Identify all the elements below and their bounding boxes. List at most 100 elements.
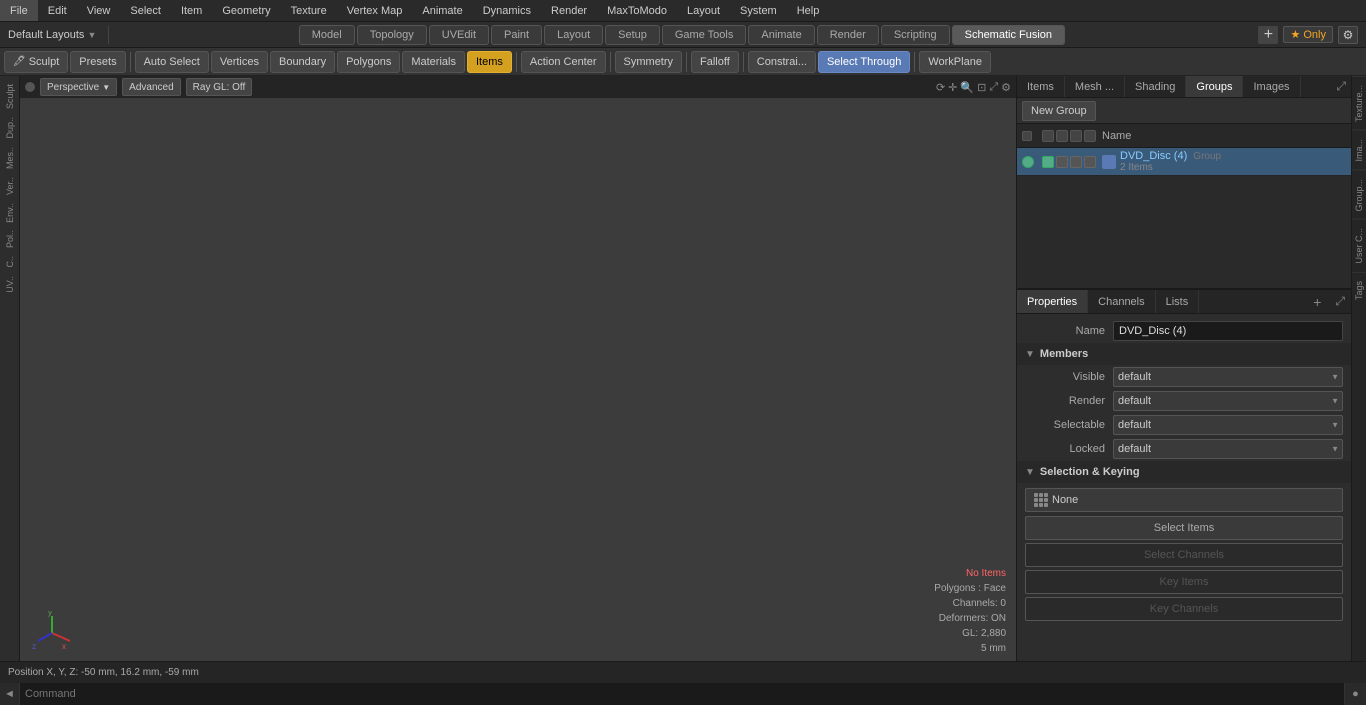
sculpt-button[interactable]: 🖊 Sculpt [4, 51, 68, 73]
edge-tab-texture[interactable]: Texture... [1352, 76, 1366, 130]
menu-render[interactable]: Render [541, 0, 597, 21]
render-select[interactable]: default on off [1113, 391, 1343, 411]
constraints-button[interactable]: Constrai... [748, 51, 816, 73]
menu-system[interactable]: System [730, 0, 787, 21]
header-toggle-visible[interactable] [1042, 130, 1054, 142]
tab-scripting[interactable]: Scripting [881, 25, 950, 45]
prop-select-selectable[interactable]: default on off [1113, 415, 1343, 435]
edge-tab-group[interactable]: Group... [1352, 170, 1366, 220]
menu-view[interactable]: View [77, 0, 121, 21]
viewport-mode-button[interactable]: Perspective ▼ [40, 78, 117, 96]
edge-tab-ima[interactable]: Ima... [1352, 130, 1366, 170]
menu-help[interactable]: Help [787, 0, 830, 21]
header-toggle-lock[interactable] [1070, 130, 1082, 142]
menu-maxtomodo[interactable]: MaxToModo [597, 0, 677, 21]
viewport-icon-fit[interactable]: ⊡ [977, 81, 986, 94]
prop-select-render[interactable]: default on off [1113, 391, 1343, 411]
polygons-button[interactable]: Polygons [337, 51, 400, 73]
viewport-icon-maximize[interactable]: ⤢ [989, 81, 998, 94]
viewport-icon-settings[interactable]: ⚙ [1001, 81, 1011, 94]
add-layout-button[interactable]: + [1258, 26, 1278, 44]
presets-button[interactable]: Presets [70, 51, 125, 73]
locked-select[interactable]: default on off [1113, 439, 1343, 459]
header-toggle-render[interactable] [1056, 130, 1068, 142]
menu-texture[interactable]: Texture [281, 0, 337, 21]
items-button[interactable]: Items [467, 51, 512, 73]
viewport-raygl-button[interactable]: Ray GL: Off [186, 78, 253, 96]
sidebar-pol[interactable]: Pol.. [3, 227, 17, 251]
layouts-dropdown[interactable]: Default Layouts ▼ [0, 29, 104, 41]
group-visible-toggle[interactable] [1022, 156, 1034, 168]
tab-model[interactable]: Model [299, 25, 355, 45]
menu-edit[interactable]: Edit [38, 0, 77, 21]
action-center-button[interactable]: Action Center [521, 51, 606, 73]
select-through-button[interactable]: Select Through [818, 51, 910, 73]
viewport-advanced-button[interactable]: Advanced [122, 78, 180, 96]
menu-item[interactable]: Item [171, 0, 212, 21]
only-button[interactable]: ★ Only [1283, 26, 1333, 43]
sidebar-c[interactable]: C.. [3, 253, 17, 271]
auto-select-button[interactable]: Auto Select [135, 51, 209, 73]
symmetry-button[interactable]: Symmetry [615, 51, 683, 73]
menu-vertex-map[interactable]: Vertex Map [337, 0, 413, 21]
menu-file[interactable]: File [0, 0, 38, 21]
sidebar-env[interactable]: Env.. [3, 200, 17, 226]
tab-schematic-fusion[interactable]: Schematic Fusion [952, 25, 1065, 45]
command-run-button[interactable]: ● [1344, 683, 1366, 705]
panel-tab-images[interactable]: Images [1243, 76, 1300, 97]
tab-render[interactable]: Render [817, 25, 879, 45]
select-channels-button[interactable]: Select Channels [1025, 543, 1343, 567]
panel-tab-mesh[interactable]: Mesh ... [1065, 76, 1125, 97]
command-input[interactable] [20, 683, 1344, 705]
sidebar-ver[interactable]: Ver.. [3, 174, 17, 198]
group-toggle-1[interactable] [1042, 156, 1054, 168]
panel-tab-shading[interactable]: Shading [1125, 76, 1186, 97]
group-toggle-3[interactable] [1070, 156, 1082, 168]
key-items-button[interactable]: Key Items [1025, 570, 1343, 594]
none-button[interactable]: None [1025, 488, 1343, 512]
materials-button[interactable]: Materials [402, 51, 465, 73]
tab-topology[interactable]: Topology [357, 25, 427, 45]
menu-geometry[interactable]: Geometry [212, 0, 280, 21]
tab-layout[interactable]: Layout [544, 25, 603, 45]
members-section-header[interactable]: ▼ Members [1017, 343, 1351, 365]
settings-button[interactable]: ⚙ [1338, 26, 1358, 44]
tab-setup[interactable]: Setup [605, 25, 660, 45]
panel-tab-groups[interactable]: Groups [1186, 76, 1243, 97]
new-group-button[interactable]: New Group [1022, 101, 1096, 121]
vertices-button[interactable]: Vertices [211, 51, 268, 73]
viewport-icon-zoom[interactable]: 🔍 [960, 81, 974, 94]
viewport-icon-rotate[interactable]: ⟳ [936, 81, 945, 94]
menu-dynamics[interactable]: Dynamics [473, 0, 541, 21]
sidebar-mes[interactable]: Mes.. [3, 144, 17, 172]
prop-select-locked[interactable]: default on off [1113, 439, 1343, 459]
visible-select[interactable]: default on off [1113, 367, 1343, 387]
add-property-button[interactable]: + [1305, 294, 1329, 310]
header-toggle-extra[interactable] [1084, 130, 1096, 142]
sidebar-sculpt[interactable]: Sculpt [3, 81, 17, 112]
group-toggle-2[interactable] [1056, 156, 1068, 168]
boundary-button[interactable]: Boundary [270, 51, 335, 73]
menu-animate[interactable]: Animate [412, 0, 472, 21]
props-tab-channels[interactable]: Channels [1088, 290, 1155, 313]
tab-animate[interactable]: Animate [748, 25, 814, 45]
sidebar-uv[interactable]: UV.. [3, 273, 17, 296]
group-row-dvd-disc[interactable]: DVD_Disc (4) Group 2 Items [1017, 148, 1351, 176]
name-input[interactable] [1113, 321, 1343, 341]
menu-select[interactable]: Select [120, 0, 171, 21]
selectable-select[interactable]: default on off [1113, 415, 1343, 435]
tab-uvedit[interactable]: UVEdit [429, 25, 489, 45]
panel-tab-items[interactable]: Items [1017, 76, 1065, 97]
select-items-button[interactable]: Select Items [1025, 516, 1343, 540]
prop-select-visible[interactable]: default on off [1113, 367, 1343, 387]
props-tab-lists[interactable]: Lists [1156, 290, 1200, 313]
menu-layout[interactable]: Layout [677, 0, 730, 21]
edge-tab-tags[interactable]: Tags [1352, 272, 1366, 308]
edge-tab-user-c[interactable]: User C... [1352, 219, 1366, 272]
group-toggle-4[interactable] [1084, 156, 1096, 168]
props-tab-properties[interactable]: Properties [1017, 290, 1088, 313]
viewport-icon-pan[interactable]: ✛ [948, 81, 957, 94]
viewport-toggle[interactable] [25, 82, 35, 92]
command-arrow[interactable]: ◄ [0, 683, 20, 705]
falloff-button[interactable]: Falloff [691, 51, 739, 73]
